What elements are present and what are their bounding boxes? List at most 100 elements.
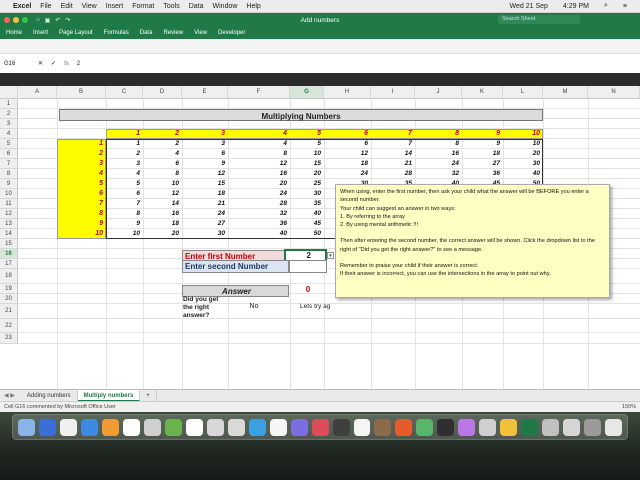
- dock-app-icon[interactable]: [605, 418, 623, 436]
- menu-edit[interactable]: Edit: [61, 3, 73, 10]
- column-header-e[interactable]: E: [182, 86, 228, 99]
- row-header-21[interactable]: 21: [0, 304, 18, 319]
- row-header-19[interactable]: 19: [0, 284, 18, 294]
- dock-app-icon[interactable]: [101, 418, 119, 436]
- column-header-f[interactable]: F: [228, 86, 290, 99]
- menu-tools[interactable]: Tools: [163, 3, 179, 10]
- row-header-4[interactable]: 4: [0, 129, 18, 139]
- search-sheet-input[interactable]: Search Sheet: [498, 15, 580, 24]
- row-header-14[interactable]: 14: [0, 229, 18, 239]
- dock-app-icon[interactable]: [374, 418, 392, 436]
- sheet-nav-arrows-icon[interactable]: ◀ ▶: [4, 392, 15, 399]
- spotlight-icon[interactable]: ⌕: [604, 2, 608, 10]
- row-header-16[interactable]: 16: [0, 249, 18, 259]
- dock-app-icon[interactable]: [18, 418, 35, 436]
- column-header-a[interactable]: A: [18, 86, 57, 99]
- menu-window[interactable]: Window: [213, 3, 238, 10]
- column-header-l[interactable]: L: [503, 86, 543, 99]
- zoom-level[interactable]: 150%: [622, 404, 636, 410]
- select-all-corner[interactable]: [0, 86, 18, 99]
- column-header-j[interactable]: J: [415, 86, 462, 99]
- column-header-m[interactable]: M: [543, 86, 588, 99]
- column-header-d[interactable]: D: [143, 86, 182, 99]
- dock-app-icon[interactable]: [353, 418, 371, 436]
- menu-view[interactable]: View: [82, 3, 97, 10]
- dock-app-icon[interactable]: [122, 418, 140, 436]
- dock-app-icon[interactable]: [269, 418, 287, 436]
- add-sheet-button[interactable]: +: [140, 389, 157, 402]
- dock-app-icon[interactable]: [437, 418, 455, 436]
- tab-developer[interactable]: Developer: [218, 30, 245, 36]
- row-header-9[interactable]: 9: [0, 179, 18, 189]
- dock-app-icon[interactable]: [38, 418, 56, 436]
- dock-app-icon[interactable]: [248, 418, 266, 436]
- dock-app-icon[interactable]: [416, 418, 434, 436]
- row-header-22[interactable]: 22: [0, 319, 18, 333]
- dock-app-icon[interactable]: [143, 418, 161, 436]
- row-header-1[interactable]: 1: [0, 99, 18, 109]
- tab-insert[interactable]: Insert: [33, 30, 48, 36]
- row-header-18[interactable]: 18: [0, 269, 18, 284]
- row-header-20[interactable]: 20: [0, 294, 18, 304]
- second-number-input[interactable]: [289, 260, 327, 273]
- dock-app-icon[interactable]: [332, 418, 350, 436]
- dock-app-icon[interactable]: [584, 418, 602, 436]
- tab-page-layout[interactable]: Page Layout: [59, 30, 93, 36]
- formula-input[interactable]: 2: [77, 61, 80, 67]
- column-header-g[interactable]: G: [290, 86, 324, 99]
- right-answer-dropdown-value[interactable]: No: [238, 303, 270, 310]
- dock-app-icon[interactable]: [395, 418, 413, 436]
- menu-help[interactable]: Help: [246, 3, 260, 10]
- menu-excel[interactable]: Excel: [13, 3, 31, 10]
- column-header-h[interactable]: H: [324, 86, 371, 99]
- menu-insert[interactable]: Insert: [106, 3, 124, 10]
- sheet-tab-multiply-numbers[interactable]: Multiply numbers: [77, 389, 141, 402]
- menu-format[interactable]: Format: [132, 3, 154, 10]
- column-header-b[interactable]: B: [57, 86, 106, 99]
- list-icon[interactable]: ≡: [623, 3, 627, 10]
- fx-icon[interactable]: fx: [64, 61, 69, 67]
- row-header-23[interactable]: 23: [0, 333, 18, 344]
- dock-app-icon[interactable]: [458, 418, 476, 436]
- dock-app-icon[interactable]: [185, 418, 203, 436]
- row-header-15[interactable]: 15: [0, 239, 18, 249]
- column-header-c[interactable]: C: [106, 86, 143, 99]
- cell-comment-note[interactable]: When using, enter the first number, then…: [335, 184, 610, 298]
- tab-view[interactable]: View: [194, 30, 207, 36]
- row-header-10[interactable]: 10: [0, 189, 18, 199]
- column-header-i[interactable]: I: [371, 86, 415, 99]
- row-header-8[interactable]: 8: [0, 169, 18, 179]
- row-header-12[interactable]: 12: [0, 209, 18, 219]
- row-header-2[interactable]: 2: [0, 109, 18, 119]
- dock-app-icon[interactable]: [227, 418, 245, 436]
- dock-app-icon[interactable]: [164, 418, 182, 436]
- row-header-5[interactable]: 5: [0, 139, 18, 149]
- dock-app-icon[interactable]: [542, 418, 560, 436]
- dock-app-icon[interactable]: [311, 418, 329, 436]
- row-header-6[interactable]: 6: [0, 149, 18, 159]
- sheet-tab-adding-numbers[interactable]: Adding numbers: [21, 389, 78, 402]
- row-header-7[interactable]: 7: [0, 159, 18, 169]
- name-box[interactable]: G16: [4, 61, 30, 67]
- menu-file[interactable]: File: [40, 3, 51, 10]
- confirm-icon[interactable]: ✓: [51, 60, 56, 67]
- dock-app-icon[interactable]: [521, 418, 539, 436]
- cancel-icon[interactable]: ✕: [38, 60, 43, 67]
- tab-formulas[interactable]: Formulas: [104, 30, 129, 36]
- dock-app-icon[interactable]: [80, 418, 98, 436]
- dock-app-icon[interactable]: [479, 418, 497, 436]
- row-header-11[interactable]: 11: [0, 199, 18, 209]
- column-header-k[interactable]: K: [462, 86, 503, 99]
- dock-app-icon[interactable]: [59, 418, 77, 436]
- first-number-dropdown-icon[interactable]: ▾: [327, 252, 334, 259]
- dock-app-icon[interactable]: [563, 418, 581, 436]
- row-header-17[interactable]: 17: [0, 259, 18, 269]
- tab-data[interactable]: Data: [140, 30, 153, 36]
- column-header-n[interactable]: N: [588, 86, 640, 99]
- dock-app-icon[interactable]: [500, 418, 518, 436]
- tab-home[interactable]: Home: [6, 30, 22, 36]
- row-header-3[interactable]: 3: [0, 119, 18, 129]
- menu-data[interactable]: Data: [189, 3, 204, 10]
- dock-app-icon[interactable]: [290, 418, 308, 436]
- dock-app-icon[interactable]: [206, 418, 224, 436]
